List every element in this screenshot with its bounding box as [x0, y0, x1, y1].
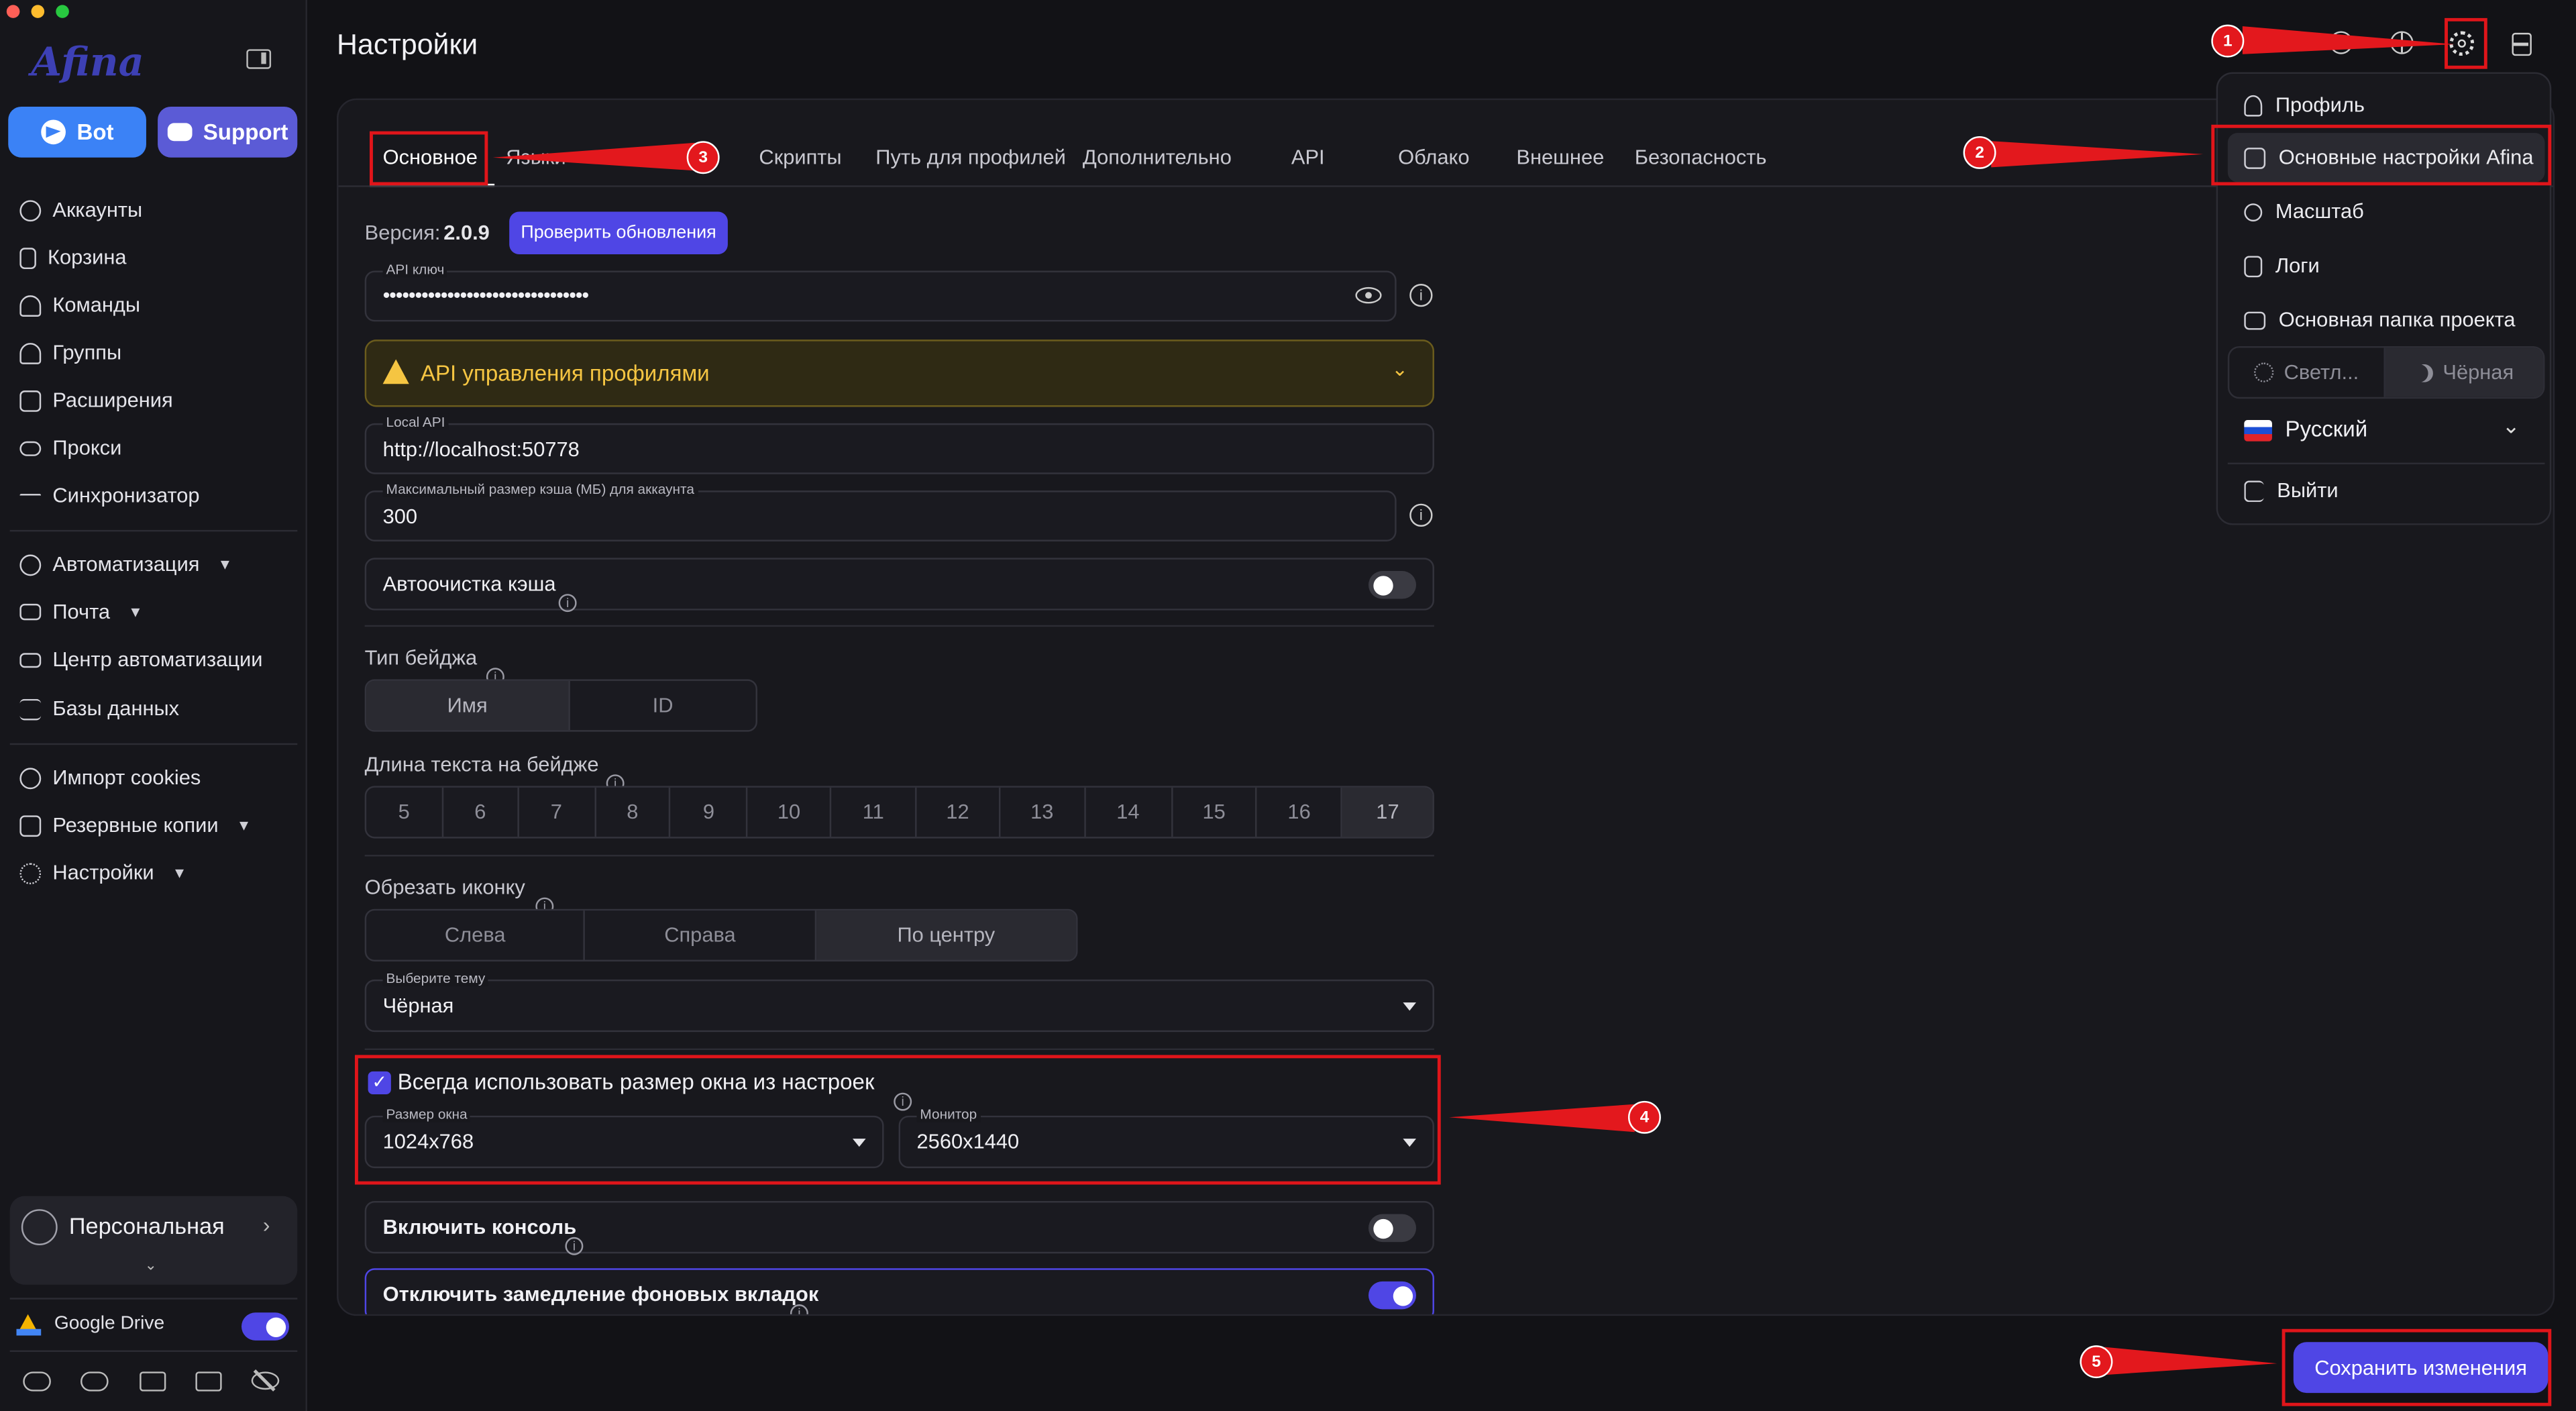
annotation-badge-1: 1 — [2211, 24, 2245, 58]
annotation-badge-3: 3 — [686, 141, 720, 174]
annotation-arrows — [492, 26, 2455, 1375]
annotation-arrow-2 — [1991, 141, 2204, 168]
annotation-arrow-5 — [2104, 1347, 2277, 1375]
annotation-arrow-3 — [492, 142, 695, 171]
annotation-badge-5: 5 — [2080, 1345, 2113, 1379]
annotation-arrow-1 — [2242, 26, 2455, 54]
annotation-badge-2: 2 — [1963, 136, 1996, 169]
annotation-badge-4: 4 — [1627, 1100, 1661, 1134]
annotation-arrow-4 — [1449, 1104, 1635, 1133]
